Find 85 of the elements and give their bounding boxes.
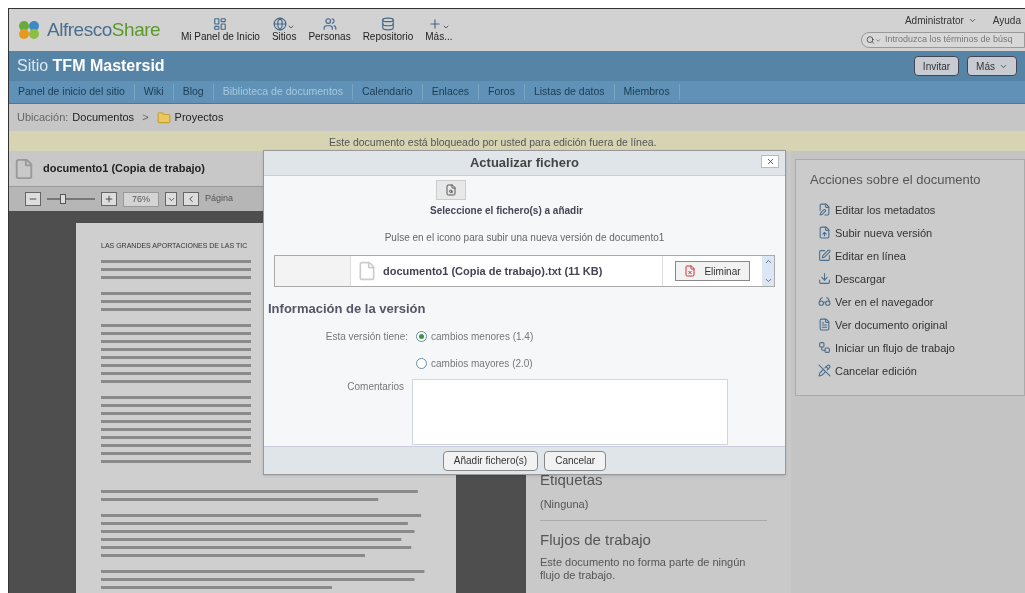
select-file-button[interactable] xyxy=(436,180,466,200)
site-nav-tab[interactable]: Panel de inicio del sitio xyxy=(9,84,135,100)
file-upload-icon xyxy=(818,226,831,239)
site-nav-tab[interactable]: Miembros xyxy=(614,84,680,100)
nav-link[interactable]: Sitios xyxy=(271,16,297,44)
actions-title: Acciones sobre el documento xyxy=(810,171,982,189)
select-file-label: Seleccione el fichero(s) a añadir xyxy=(430,204,584,218)
breadcrumb-link[interactable]: Proyectos xyxy=(174,109,224,126)
document-title: documento1 (Copia de trabajo) xyxy=(43,161,205,177)
action-link[interactable]: Cancelar edición xyxy=(818,362,1024,379)
zoom-out-button[interactable] xyxy=(25,192,41,206)
file-pen-icon xyxy=(818,203,831,216)
comments-label: Comentarios xyxy=(347,380,404,392)
user-menu[interactable]: Administrator xyxy=(904,13,977,28)
nav-link[interactable]: Repositorio xyxy=(362,16,414,44)
lock-message: Este documento está bloqueado por usted para edición fuera de línea. xyxy=(329,136,657,148)
close-icon xyxy=(765,157,775,166)
section-heading: Información de la versión xyxy=(268,300,427,318)
action-link[interactable]: Editar los metadatos xyxy=(818,201,1024,218)
zoom-field[interactable]: 76% xyxy=(123,191,159,207)
tags-value: (Ninguna) xyxy=(540,496,590,512)
workflow-text: Este documento no forma parte de ningún flujo de trabajo. xyxy=(540,555,747,582)
search-icon xyxy=(866,35,875,45)
breadcrumb-link[interactable]: Documentos xyxy=(72,109,135,126)
page-label: Página xyxy=(205,192,234,206)
action-link[interactable]: Ver en el navegador xyxy=(818,293,1024,310)
globe-icon xyxy=(273,16,288,31)
comments-field[interactable] xyxy=(412,378,728,445)
file-remove-icon xyxy=(684,265,697,277)
dashboard-icon xyxy=(213,16,228,31)
glasses-icon xyxy=(818,295,831,308)
file-name: documento1 (Copia de trabajo).txt (11 KB) xyxy=(383,263,603,279)
site-nav-tab[interactable]: Enlaces xyxy=(422,84,480,100)
dialog-button[interactable]: Cancelar xyxy=(544,450,607,471)
site-nav-tab[interactable]: Calendario xyxy=(352,84,423,100)
action-link[interactable]: Editar en línea xyxy=(818,247,1024,264)
caret-icon xyxy=(967,16,977,25)
breadcrumb-separator: > xyxy=(142,110,149,126)
action-link[interactable]: Subir nueva versión xyxy=(818,224,1024,241)
action-link[interactable]: Iniciar un flujo de trabajo xyxy=(818,339,1024,356)
breadcrumb-label: Ubicación: xyxy=(17,110,69,126)
site-nav-tab[interactable]: Listas de datos xyxy=(524,84,615,100)
section-heading: Etiquetas xyxy=(540,470,604,490)
version-radio[interactable]: cambios mayores (2.0) xyxy=(416,355,534,371)
plus-icon xyxy=(104,194,114,204)
site-button[interactable]: Invitar xyxy=(913,56,960,76)
remove-button[interactable]: Eliminar xyxy=(675,261,750,281)
dialog-title: Actualizar fichero xyxy=(469,154,580,173)
previous-page-button[interactable] xyxy=(183,192,199,206)
edit-icon xyxy=(818,249,831,262)
site-button[interactable]: Más xyxy=(967,56,1017,76)
help-link[interactable]: Ayuda xyxy=(992,13,1021,28)
workflow-icon xyxy=(818,341,831,354)
version-radio[interactable]: cambios menores (1.4) xyxy=(416,328,534,344)
site-title: Sitio TFM Mastersid xyxy=(17,56,165,76)
site-nav-tab[interactable]: Wiki xyxy=(134,84,174,100)
action-link[interactable]: Ver documento original xyxy=(818,316,1024,333)
search-field[interactable]: Introduzca los términos de búsq xyxy=(861,32,1025,48)
scrollbar-drawing xyxy=(762,256,774,286)
section-heading: Flujos de trabajo xyxy=(540,530,652,550)
action-link[interactable]: Descargar xyxy=(818,270,1024,287)
upload-hint: Pulse en el icono para subir una nueva versión de documento1 xyxy=(383,231,666,245)
folder-icon xyxy=(156,110,171,125)
caret-icon xyxy=(874,36,881,44)
close-button[interactable] xyxy=(761,155,779,168)
site-nav-tab[interactable]: Blog xyxy=(173,84,214,100)
zoom-in-button[interactable] xyxy=(101,192,117,206)
plus-icon xyxy=(427,16,442,31)
file-icon xyxy=(13,157,35,180)
site-nav-tab[interactable]: Foros xyxy=(479,84,525,100)
zoom-slider-thumb[interactable] xyxy=(59,194,66,204)
file-search-icon xyxy=(445,184,457,196)
zoom-dropdown-button[interactable] xyxy=(165,192,177,206)
database-icon xyxy=(380,16,395,31)
nav-link[interactable]: Personas xyxy=(308,16,351,44)
people-icon xyxy=(322,16,337,31)
version-label: Esta versión tiene: xyxy=(325,330,408,342)
nav-link[interactable]: Más... xyxy=(425,16,453,44)
document-icon xyxy=(818,318,831,331)
logo-text: AlfrescoShare xyxy=(47,17,161,42)
nav-link[interactable]: Mi Panel de Inicio xyxy=(181,16,260,44)
pencil-off-icon xyxy=(818,364,831,377)
file-icon xyxy=(357,261,377,281)
download-icon xyxy=(818,272,831,285)
dialog-button[interactable]: Añadir fichero(s) xyxy=(442,450,539,471)
